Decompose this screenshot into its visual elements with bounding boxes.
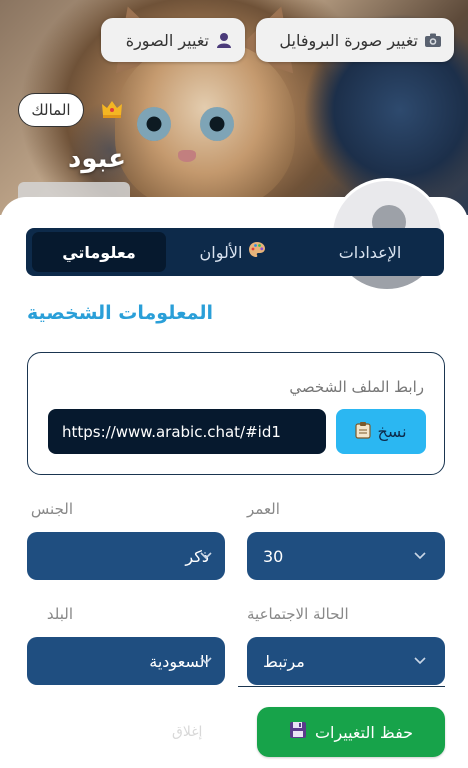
profile-link-card: رابط الملف الشخصي نسخ (27, 352, 445, 475)
camera-icon (424, 31, 442, 49)
chevron-down-icon (200, 552, 212, 560)
cover-decoration (137, 107, 171, 141)
age-label: العمر (247, 500, 280, 518)
clipboard-icon (355, 421, 372, 443)
change-photo-label: تغيير الصورة (125, 30, 209, 50)
section-title: المعلومات الشخصية (27, 302, 214, 324)
owner-badge: المالك (18, 93, 84, 127)
country-select[interactable]: السعودية (27, 637, 225, 685)
cover-decoration (178, 150, 196, 162)
save-label: حفظ التغييرات (314, 722, 414, 742)
marital-label: الحالة الاجتماعية (247, 605, 349, 623)
palette-icon (248, 241, 266, 263)
country-label: البلد (46, 605, 73, 623)
divider (238, 686, 445, 687)
tab-colors[interactable]: الألوان (166, 232, 300, 272)
cover-decoration (200, 107, 234, 141)
chevron-down-icon (200, 657, 212, 665)
close-button[interactable]: إغلاق (172, 724, 202, 740)
age-select[interactable]: 30 (247, 532, 445, 580)
gender-select[interactable]: ذكر (27, 532, 225, 580)
tab-label: الإعدادات (338, 242, 402, 262)
floppy-disk-icon (289, 721, 307, 743)
copy-label: نسخ (377, 422, 407, 441)
crown-icon (101, 99, 123, 119)
save-changes-button[interactable]: حفظ التغييرات (257, 707, 445, 757)
user-icon (215, 31, 233, 49)
profile-link-label: رابط الملف الشخصي (289, 378, 424, 396)
age-value: 30 (263, 546, 284, 566)
change-cover-label: تغيير صورة البروفايل (279, 30, 418, 50)
copy-link-button[interactable]: نسخ (336, 409, 426, 454)
tab-my-info[interactable]: معلوماتي (32, 232, 166, 272)
tab-label: معلوماتي (62, 242, 136, 262)
change-photo-button[interactable]: تغيير الصورة (101, 18, 245, 62)
change-cover-button[interactable]: تغيير صورة البروفايل (256, 18, 454, 62)
gender-label: الجنس (30, 500, 73, 518)
tab-label: الألوان (199, 242, 243, 262)
tab-bar: معلوماتي الألوان الإعدادات (26, 228, 444, 276)
chevron-down-icon (414, 552, 426, 560)
user-name: عبود (68, 144, 127, 174)
marital-value: مرتبط (263, 651, 305, 671)
marital-select[interactable]: مرتبط (247, 637, 445, 685)
tab-settings[interactable]: الإعدادات (300, 232, 440, 272)
chevron-down-icon (414, 657, 426, 665)
profile-link-input[interactable] (48, 409, 326, 454)
